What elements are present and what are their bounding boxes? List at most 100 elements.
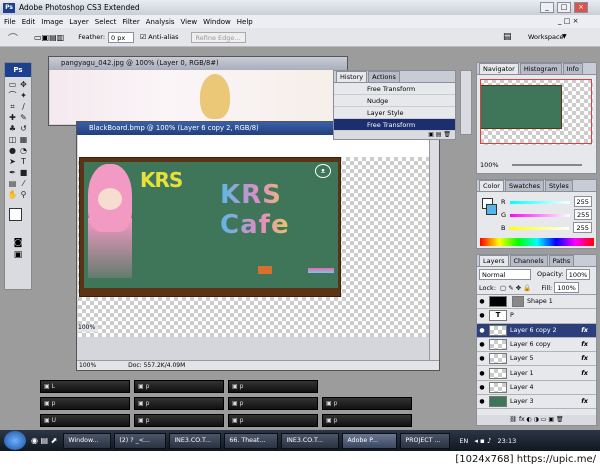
minimized-window[interactable]: ▣ p: [228, 414, 318, 427]
document-title-pangyagu[interactable]: pangyagu_042.jpg @ 100% (Layer 0, RGB/8#…: [49, 57, 347, 70]
lasso-tool-icon[interactable]: ⌒: [7, 90, 18, 101]
language-indicator[interactable]: EN: [459, 437, 468, 445]
vertical-scrollbar[interactable]: [429, 135, 439, 360]
lock-icons[interactable]: ▢ ✎ ✥ 🔒: [500, 284, 531, 292]
brush-tool-icon[interactable]: ✎: [18, 112, 29, 123]
channel-r-value[interactable]: 255: [573, 196, 592, 207]
tab-channels[interactable]: Channels: [509, 255, 548, 266]
path-select-icon[interactable]: ➤: [7, 156, 18, 167]
eraser-tool-icon[interactable]: ◫: [7, 134, 18, 145]
visibility-eye-icon[interactable]: ●: [477, 298, 487, 305]
navigator-zoom-slider[interactable]: [512, 164, 582, 166]
channel-b-value[interactable]: 255: [573, 222, 592, 233]
gradient-tool-icon[interactable]: ▦: [18, 134, 29, 145]
navigator-preview[interactable]: [480, 79, 593, 145]
layer-row[interactable]: ● Layer 1 fx: [477, 366, 596, 381]
minimized-window[interactable]: ▣ U: [40, 414, 130, 427]
channel-g-value[interactable]: 255: [574, 209, 593, 220]
layer-row[interactable]: ● Layer 4: [477, 381, 596, 396]
menu-help[interactable]: Help: [237, 18, 253, 26]
menu-file[interactable]: File: [4, 18, 16, 26]
tab-navigator[interactable]: Navigator: [479, 63, 519, 74]
history-brush-icon[interactable]: ↺: [18, 123, 29, 134]
minimized-window[interactable]: ▣ p: [134, 414, 224, 427]
taskbar-item[interactable]: (2) ? _<...: [114, 432, 167, 449]
history-item[interactable]: Layer Style: [334, 107, 455, 119]
taskbar-item-active[interactable]: Adobe P...: [342, 432, 398, 449]
layer-effects-icon[interactable]: fx: [581, 370, 588, 377]
type-tool-icon[interactable]: T: [18, 156, 29, 167]
shape-tool-icon[interactable]: ■: [18, 167, 29, 178]
move-tool-icon[interactable]: ✥: [18, 79, 29, 90]
layer-row[interactable]: ● Layer 3 fx: [477, 395, 596, 410]
foreground-color[interactable]: [9, 208, 22, 221]
minimized-window[interactable]: ▣ p: [134, 397, 224, 410]
eyedropper-icon[interactable]: ⁄: [18, 178, 29, 189]
fill-input[interactable]: 100%: [554, 282, 579, 293]
tab-styles[interactable]: Styles: [545, 180, 573, 191]
maximize-button[interactable]: □: [557, 2, 571, 13]
channel-r-slider[interactable]: [509, 201, 570, 204]
tab-color[interactable]: Color: [479, 180, 504, 191]
visibility-eye-icon[interactable]: ●: [477, 370, 487, 377]
navigator-view-box[interactable]: [480, 79, 592, 144]
minimized-window[interactable]: ▣ p: [228, 397, 318, 410]
close-button[interactable]: ×: [574, 2, 588, 13]
color-background-swatch[interactable]: [486, 204, 497, 215]
selection-mode-icons[interactable]: ▭▣▤▥: [34, 33, 64, 42]
layers-footer-icons[interactable]: ⛓ fx ◐ ◑ ▭ ▣ 🗑: [477, 415, 596, 425]
blur-tool-icon[interactable]: ●: [7, 145, 18, 156]
minimized-window[interactable]: ▣ p: [228, 380, 318, 393]
visibility-eye-icon[interactable]: ●: [477, 312, 487, 319]
history-item[interactable]: Free Transform: [334, 83, 455, 95]
menu-select[interactable]: Select: [95, 18, 117, 26]
magic-wand-icon[interactable]: ✦: [18, 90, 29, 101]
menu-analysis[interactable]: Analysis: [146, 18, 175, 26]
visibility-eye-icon[interactable]: ●: [477, 398, 487, 405]
feather-input[interactable]: 0 px: [108, 31, 135, 43]
minimized-window[interactable]: ▣ p: [134, 380, 224, 393]
taskbar-item[interactable]: PROJECT ...: [400, 432, 451, 449]
tab-histogram[interactable]: Histogram: [519, 63, 562, 74]
menu-filter[interactable]: Filter: [122, 18, 139, 26]
menu-window-controls[interactable]: _ □ ×: [558, 17, 578, 25]
visibility-eye-icon[interactable]: ●: [477, 384, 487, 391]
layer-effects-icon[interactable]: fx: [581, 398, 588, 405]
menu-view[interactable]: View: [181, 18, 198, 26]
marquee-tool-icon[interactable]: ▭: [7, 79, 18, 90]
tab-info[interactable]: Info: [562, 63, 583, 74]
tab-swatches[interactable]: Swatches: [504, 180, 545, 191]
layer-effects-icon[interactable]: fx: [581, 341, 588, 348]
notes-tool-icon[interactable]: ▤: [7, 178, 18, 189]
lasso-tool-preset-icon[interactable]: ⌒: [8, 30, 18, 45]
quicklaunch-icons[interactable]: ◉ ▤ ⬈: [31, 436, 57, 445]
opacity-input[interactable]: 100%: [565, 268, 591, 280]
screen-mode-icon[interactable]: ▣: [5, 250, 31, 260]
tab-paths[interactable]: Paths: [548, 255, 575, 266]
clone-stamp-icon[interactable]: ♣: [7, 123, 18, 134]
zoom-level[interactable]: 100%: [79, 362, 96, 369]
start-button[interactable]: [4, 431, 26, 450]
history-item[interactable]: Nudge: [334, 95, 455, 107]
pen-tool-icon[interactable]: ✒: [7, 167, 18, 178]
layer-effects-icon[interactable]: fx: [581, 327, 588, 334]
menu-edit[interactable]: Edit: [22, 18, 36, 26]
slice-tool-icon[interactable]: ∕: [18, 101, 29, 112]
color-swatches[interactable]: [5, 206, 31, 232]
tab-actions[interactable]: Actions: [368, 71, 400, 82]
quick-mask-icon[interactable]: ◙: [5, 238, 31, 248]
color-spectrum-ramp[interactable]: [480, 238, 594, 246]
antialias-checkbox[interactable]: ☑: [140, 33, 146, 41]
tray-icons[interactable]: ◂ ▪ ♪: [474, 437, 491, 445]
workspace-menu[interactable]: Workspace: [528, 33, 564, 41]
hand-tool-icon[interactable]: ✋: [7, 189, 18, 200]
navigator-zoom[interactable]: 100%: [480, 161, 499, 169]
layer-row[interactable]: ● Layer 6 copy fx: [477, 338, 596, 353]
taskbar-item[interactable]: INE3.CO.T...: [281, 432, 340, 449]
visibility-eye-icon[interactable]: ●: [477, 327, 487, 334]
dodge-tool-icon[interactable]: ◔: [18, 145, 29, 156]
minimized-window[interactable]: ▣ L: [40, 380, 130, 393]
menu-window[interactable]: Window: [203, 18, 231, 26]
blend-mode-select[interactable]: Normal: [479, 268, 531, 280]
channel-b-slider[interactable]: [509, 227, 570, 230]
